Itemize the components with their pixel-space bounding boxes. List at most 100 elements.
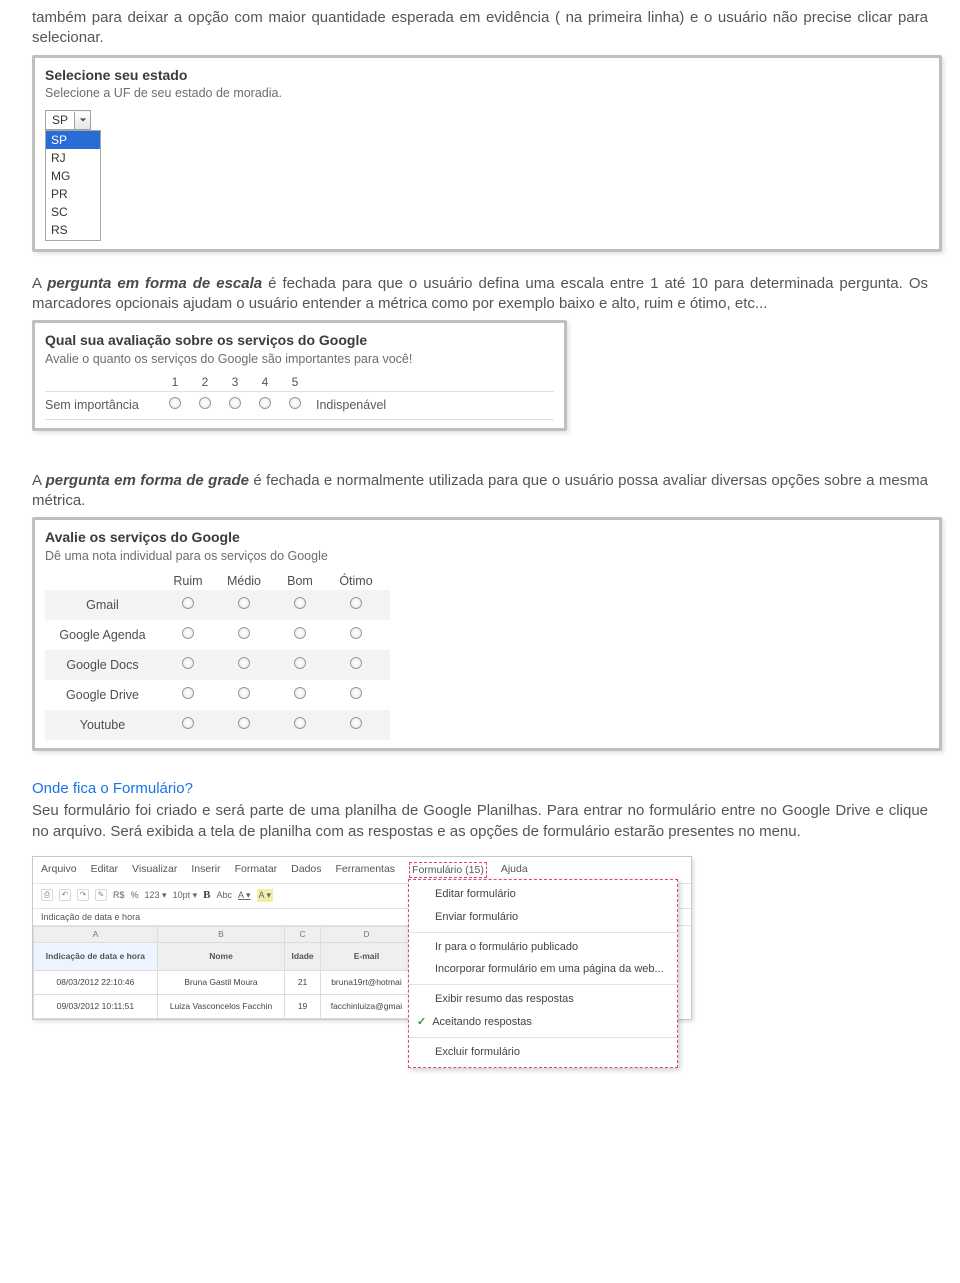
radio-3[interactable] (229, 397, 241, 409)
screenshot-dropdown: Selecione seu estado Selecione a UF de s… (32, 55, 942, 252)
grid-row: Google Drive (45, 680, 390, 710)
table-row: 09/03/2012 10:11:51 Luiza Vasconcelos Fa… (34, 995, 413, 1019)
table-row: 08/03/2012 22:10:46 Bruna Gastil Moura 2… (34, 971, 413, 995)
menu-item-enviar-form[interactable]: Enviar formulário (409, 906, 677, 929)
grid-radio[interactable] (294, 687, 306, 699)
colhead-B[interactable]: B (157, 927, 284, 943)
menu-ajuda[interactable]: Ajuda (501, 862, 528, 878)
grid-radio[interactable] (350, 627, 362, 639)
grid-radio[interactable] (238, 717, 250, 729)
grid-radio[interactable] (238, 687, 250, 699)
screenshot-scale: Qual sua avaliação sobre os serviços do … (32, 320, 567, 431)
toolbar-bold[interactable]: B (203, 888, 210, 903)
menu-separator (409, 932, 677, 933)
grid-col-4: Ótimo (328, 573, 384, 590)
grid-col-1: Ruim (160, 573, 216, 590)
menu-editar[interactable]: Editar (91, 862, 118, 878)
radio-2[interactable] (199, 397, 211, 409)
paint-icon[interactable]: ✎ (95, 889, 107, 901)
state-dropdown[interactable]: SP (45, 110, 91, 130)
toolbar-currency[interactable]: R$ (113, 889, 125, 901)
dropdown-listbox[interactable]: SP RJ MG PR SC RS (45, 130, 101, 241)
shot3-title: Avalie os serviços do Google (45, 528, 929, 547)
shot1-title: Selecione seu estado (45, 66, 929, 85)
check-icon: ✓ (417, 1016, 426, 1028)
grid-radio[interactable] (350, 687, 362, 699)
dropdown-option[interactable]: PR (46, 185, 100, 203)
grid-radio[interactable] (182, 687, 194, 699)
grid-radio[interactable] (238, 597, 250, 609)
paragraph-scale: A pergunta em forma de escala é fechada … (32, 274, 928, 315)
grid-radio[interactable] (350, 717, 362, 729)
grid-radio[interactable] (350, 597, 362, 609)
menu-arquivo[interactable]: Arquivo (41, 862, 77, 878)
scale-numbers: 1 2 3 4 5 (160, 374, 554, 390)
dropdown-option[interactable]: MG (46, 167, 100, 185)
grid-radio[interactable] (182, 657, 194, 669)
dropdown-option[interactable]: RJ (46, 149, 100, 167)
grid-row: Gmail (45, 590, 390, 620)
toolbar-strike[interactable]: Abc (216, 889, 232, 901)
grid-radio[interactable] (238, 627, 250, 639)
screenshot-grid: Avalie os serviços do Google Dê uma nota… (32, 517, 942, 751)
grid-row: Google Docs (45, 650, 390, 680)
grid-radio[interactable] (182, 627, 194, 639)
undo-icon[interactable]: ↶ (59, 889, 71, 901)
grid-col-3: Bom (272, 573, 328, 590)
radio-5[interactable] (289, 397, 301, 409)
grid-radio[interactable] (350, 657, 362, 669)
grid-radio[interactable] (294, 717, 306, 729)
dropdown-selected: SP (46, 111, 74, 129)
shot3-sub: Dê uma nota individual para os serviços … (45, 548, 929, 565)
menu-item-excluir[interactable]: Excluir formulário (409, 1041, 677, 1064)
radio-4[interactable] (259, 397, 271, 409)
shot1-sub: Selecione a UF de seu estado de moradia. (45, 85, 929, 102)
menu-dados[interactable]: Dados (291, 862, 321, 878)
paragraph-grid: A pergunta em forma de grade é fechada e… (32, 471, 928, 512)
dropdown-option[interactable]: RS (46, 221, 100, 239)
dropdown-option[interactable]: SC (46, 203, 100, 221)
sheet-grid: A B C D Indicação de data e hora Nome Id… (33, 926, 413, 1019)
menu-ferramentas[interactable]: Ferramentas (336, 862, 396, 878)
grid-radio[interactable] (238, 657, 250, 669)
redo-icon[interactable]: ↷ (77, 889, 89, 901)
screenshot-spreadsheet: Arquivo Editar Visualizar Inserir Format… (32, 856, 692, 1021)
grid-row: Youtube (45, 710, 390, 740)
grid-radio[interactable] (294, 657, 306, 669)
grid-row: Google Agenda (45, 620, 390, 650)
grid-radio[interactable] (182, 597, 194, 609)
shot2-title: Qual sua avaliação sobre os serviços do … (45, 331, 554, 350)
toolbar-textcolor[interactable]: A ▾ (238, 889, 251, 901)
menu-visualizar[interactable]: Visualizar (132, 862, 177, 878)
intro-paragraph: também para deixar a opção com maior qua… (32, 8, 928, 49)
menu-item-aceitando[interactable]: ✓Aceitando respostas (409, 1011, 677, 1034)
chevron-down-icon (74, 112, 90, 129)
colhead-A[interactable]: A (34, 927, 158, 943)
menu-item-incorporar[interactable]: Incorporar formulário em uma página da w… (409, 958, 677, 981)
menu-item-ir-publicado[interactable]: Ir para o formulário publicado (409, 936, 677, 959)
menu-separator (409, 1037, 677, 1038)
toolbar-fillcolor[interactable]: A ▾ (257, 889, 274, 901)
radio-1[interactable] (169, 397, 181, 409)
menu-formatar[interactable]: Formatar (235, 862, 278, 878)
grid-radio[interactable] (294, 627, 306, 639)
toolbar-numfmt[interactable]: 123 ▾ (145, 889, 167, 901)
menu-formulario[interactable]: Formulário (15) (409, 862, 487, 878)
print-icon[interactable]: ⎙ (41, 889, 53, 901)
table-header-row: Indicação de data e hora Nome Idade E-ma… (34, 943, 413, 971)
menu-item-resumo[interactable]: Exibir resumo das respostas (409, 988, 677, 1011)
dropdown-option[interactable]: SP (46, 131, 100, 149)
section-heading: Onde fica o Formulário? (32, 779, 928, 799)
menu-inserir[interactable]: Inserir (191, 862, 220, 878)
grid-radio[interactable] (294, 597, 306, 609)
menu-item-editar-form[interactable]: Editar formulário (409, 883, 677, 906)
grid-radio[interactable] (182, 717, 194, 729)
colhead-C[interactable]: C (285, 927, 321, 943)
shot2-sub: Avalie o quanto os serviços do Google sã… (45, 351, 554, 368)
scale-label-left: Sem importância (45, 397, 160, 414)
formulario-context-menu: Editar formulário Enviar formulário Ir p… (408, 879, 678, 1068)
toolbar-fontsize[interactable]: 10pt ▾ (173, 889, 198, 901)
grid-col-2: Médio (216, 573, 272, 590)
colhead-D[interactable]: D (320, 927, 412, 943)
toolbar-percent[interactable]: % (131, 889, 139, 901)
